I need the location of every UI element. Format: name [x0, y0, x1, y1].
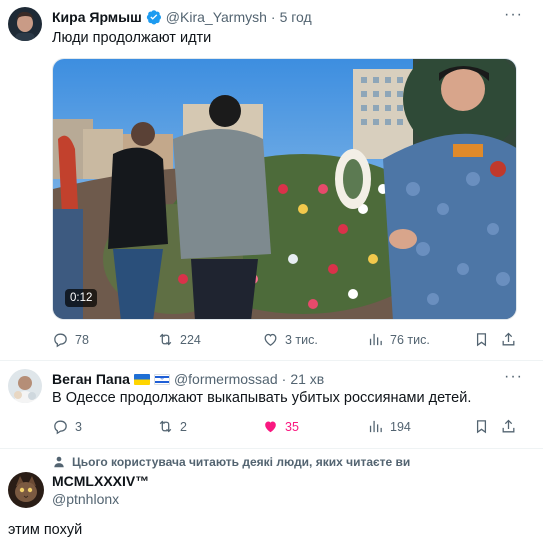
social-context[interactable]: Цього користувача читають деякі люди, як… [52, 455, 410, 469]
bookmark-button[interactable] [473, 331, 490, 348]
display-name[interactable]: Кира Ярмыш [52, 9, 142, 25]
retweet-icon [159, 420, 172, 433]
share-button[interactable] [500, 418, 517, 435]
handle-line: @ptnhlonx [52, 491, 119, 507]
ukraine-flag-icon [133, 373, 150, 385]
tweet-1[interactable]: Кира Ярмыш @Kira_Yarmysh · 5 год ··· Люд… [0, 0, 543, 360]
reply-icon [54, 333, 67, 348]
avatar[interactable] [8, 7, 42, 41]
video-thumbnail [53, 59, 516, 319]
reply-count: 78 [75, 332, 89, 347]
handle[interactable]: @Kira_Yarmysh [166, 9, 267, 25]
tweet-actions: 3 2 35 194 [0, 418, 543, 438]
tweet-actions: 78 224 3 тис. 76 тис. [0, 331, 543, 351]
separator-dot: · [281, 371, 287, 387]
video-player[interactable]: 0:12 [52, 58, 517, 320]
tweet-header: MCMLXXXIV™ [52, 473, 149, 489]
timestamp[interactable]: 21 хв [290, 371, 324, 387]
tweet-text: Люди продолжают идти [52, 30, 212, 46]
like-button[interactable]: 3 тис. [262, 331, 318, 348]
video-duration: 0:12 [65, 289, 98, 307]
views-button[interactable]: 194 [367, 418, 411, 435]
tweet-3[interactable]: Цього користувача читають деякі люди, як… [0, 449, 543, 547]
tweet-text: этим похуй [8, 522, 83, 538]
view-count: 76 тис. [390, 332, 430, 347]
social-context-text: Цього користувача читають деякі люди, як… [72, 455, 411, 469]
more-options-icon[interactable]: ··· [504, 368, 523, 386]
analytics-icon [369, 420, 382, 433]
tweet-2[interactable]: Веган Папа ✡ @formermossad · 21 хв ··· В… [0, 361, 543, 449]
more-options-icon[interactable]: ··· [504, 6, 523, 24]
bookmark-button[interactable] [473, 418, 490, 435]
reply-icon [54, 420, 67, 435]
share-icon [502, 332, 515, 346]
avatar[interactable] [8, 472, 44, 508]
retweet-button[interactable]: 224 [157, 331, 201, 348]
avatar[interactable] [8, 369, 42, 403]
verified-badge-icon [146, 9, 162, 25]
handle[interactable]: @formermossad [174, 371, 278, 387]
retweet-icon [159, 333, 172, 346]
bookmark-icon [476, 420, 487, 434]
display-name[interactable]: Веган Папа [52, 371, 130, 387]
heart-filled-icon [265, 421, 276, 433]
separator-dot: · [270, 9, 276, 25]
israel-flag-icon: ✡ [153, 373, 170, 385]
share-button[interactable] [500, 331, 517, 348]
share-icon [502, 419, 515, 433]
person-icon [54, 456, 64, 468]
display-name[interactable]: MCMLXXXIV™ [52, 473, 149, 489]
retweet-count: 2 [180, 419, 187, 434]
tweet-header: Веган Папа ✡ @formermossad · 21 хв [52, 371, 324, 387]
reply-count: 3 [75, 419, 82, 434]
tweet-text: В Одессе продолжают выкапывать убитых ро… [52, 390, 472, 406]
analytics-icon [369, 333, 382, 346]
bookmark-icon [476, 333, 487, 347]
heart-icon [264, 333, 277, 346]
views-button[interactable]: 76 тис. [367, 331, 430, 348]
reply-button[interactable]: 78 [52, 331, 89, 348]
timestamp[interactable]: 5 год [280, 9, 312, 25]
handle[interactable]: @ptnhlonx [52, 491, 119, 507]
like-count: 35 [285, 419, 299, 434]
view-count: 194 [390, 419, 411, 434]
retweet-button[interactable]: 2 [157, 418, 187, 435]
like-button[interactable]: 35 [262, 418, 299, 435]
reply-button[interactable]: 3 [52, 418, 82, 435]
like-count: 3 тис. [285, 332, 318, 347]
tweet-header: Кира Ярмыш @Kira_Yarmysh · 5 год [52, 9, 312, 25]
retweet-count: 224 [180, 332, 201, 347]
